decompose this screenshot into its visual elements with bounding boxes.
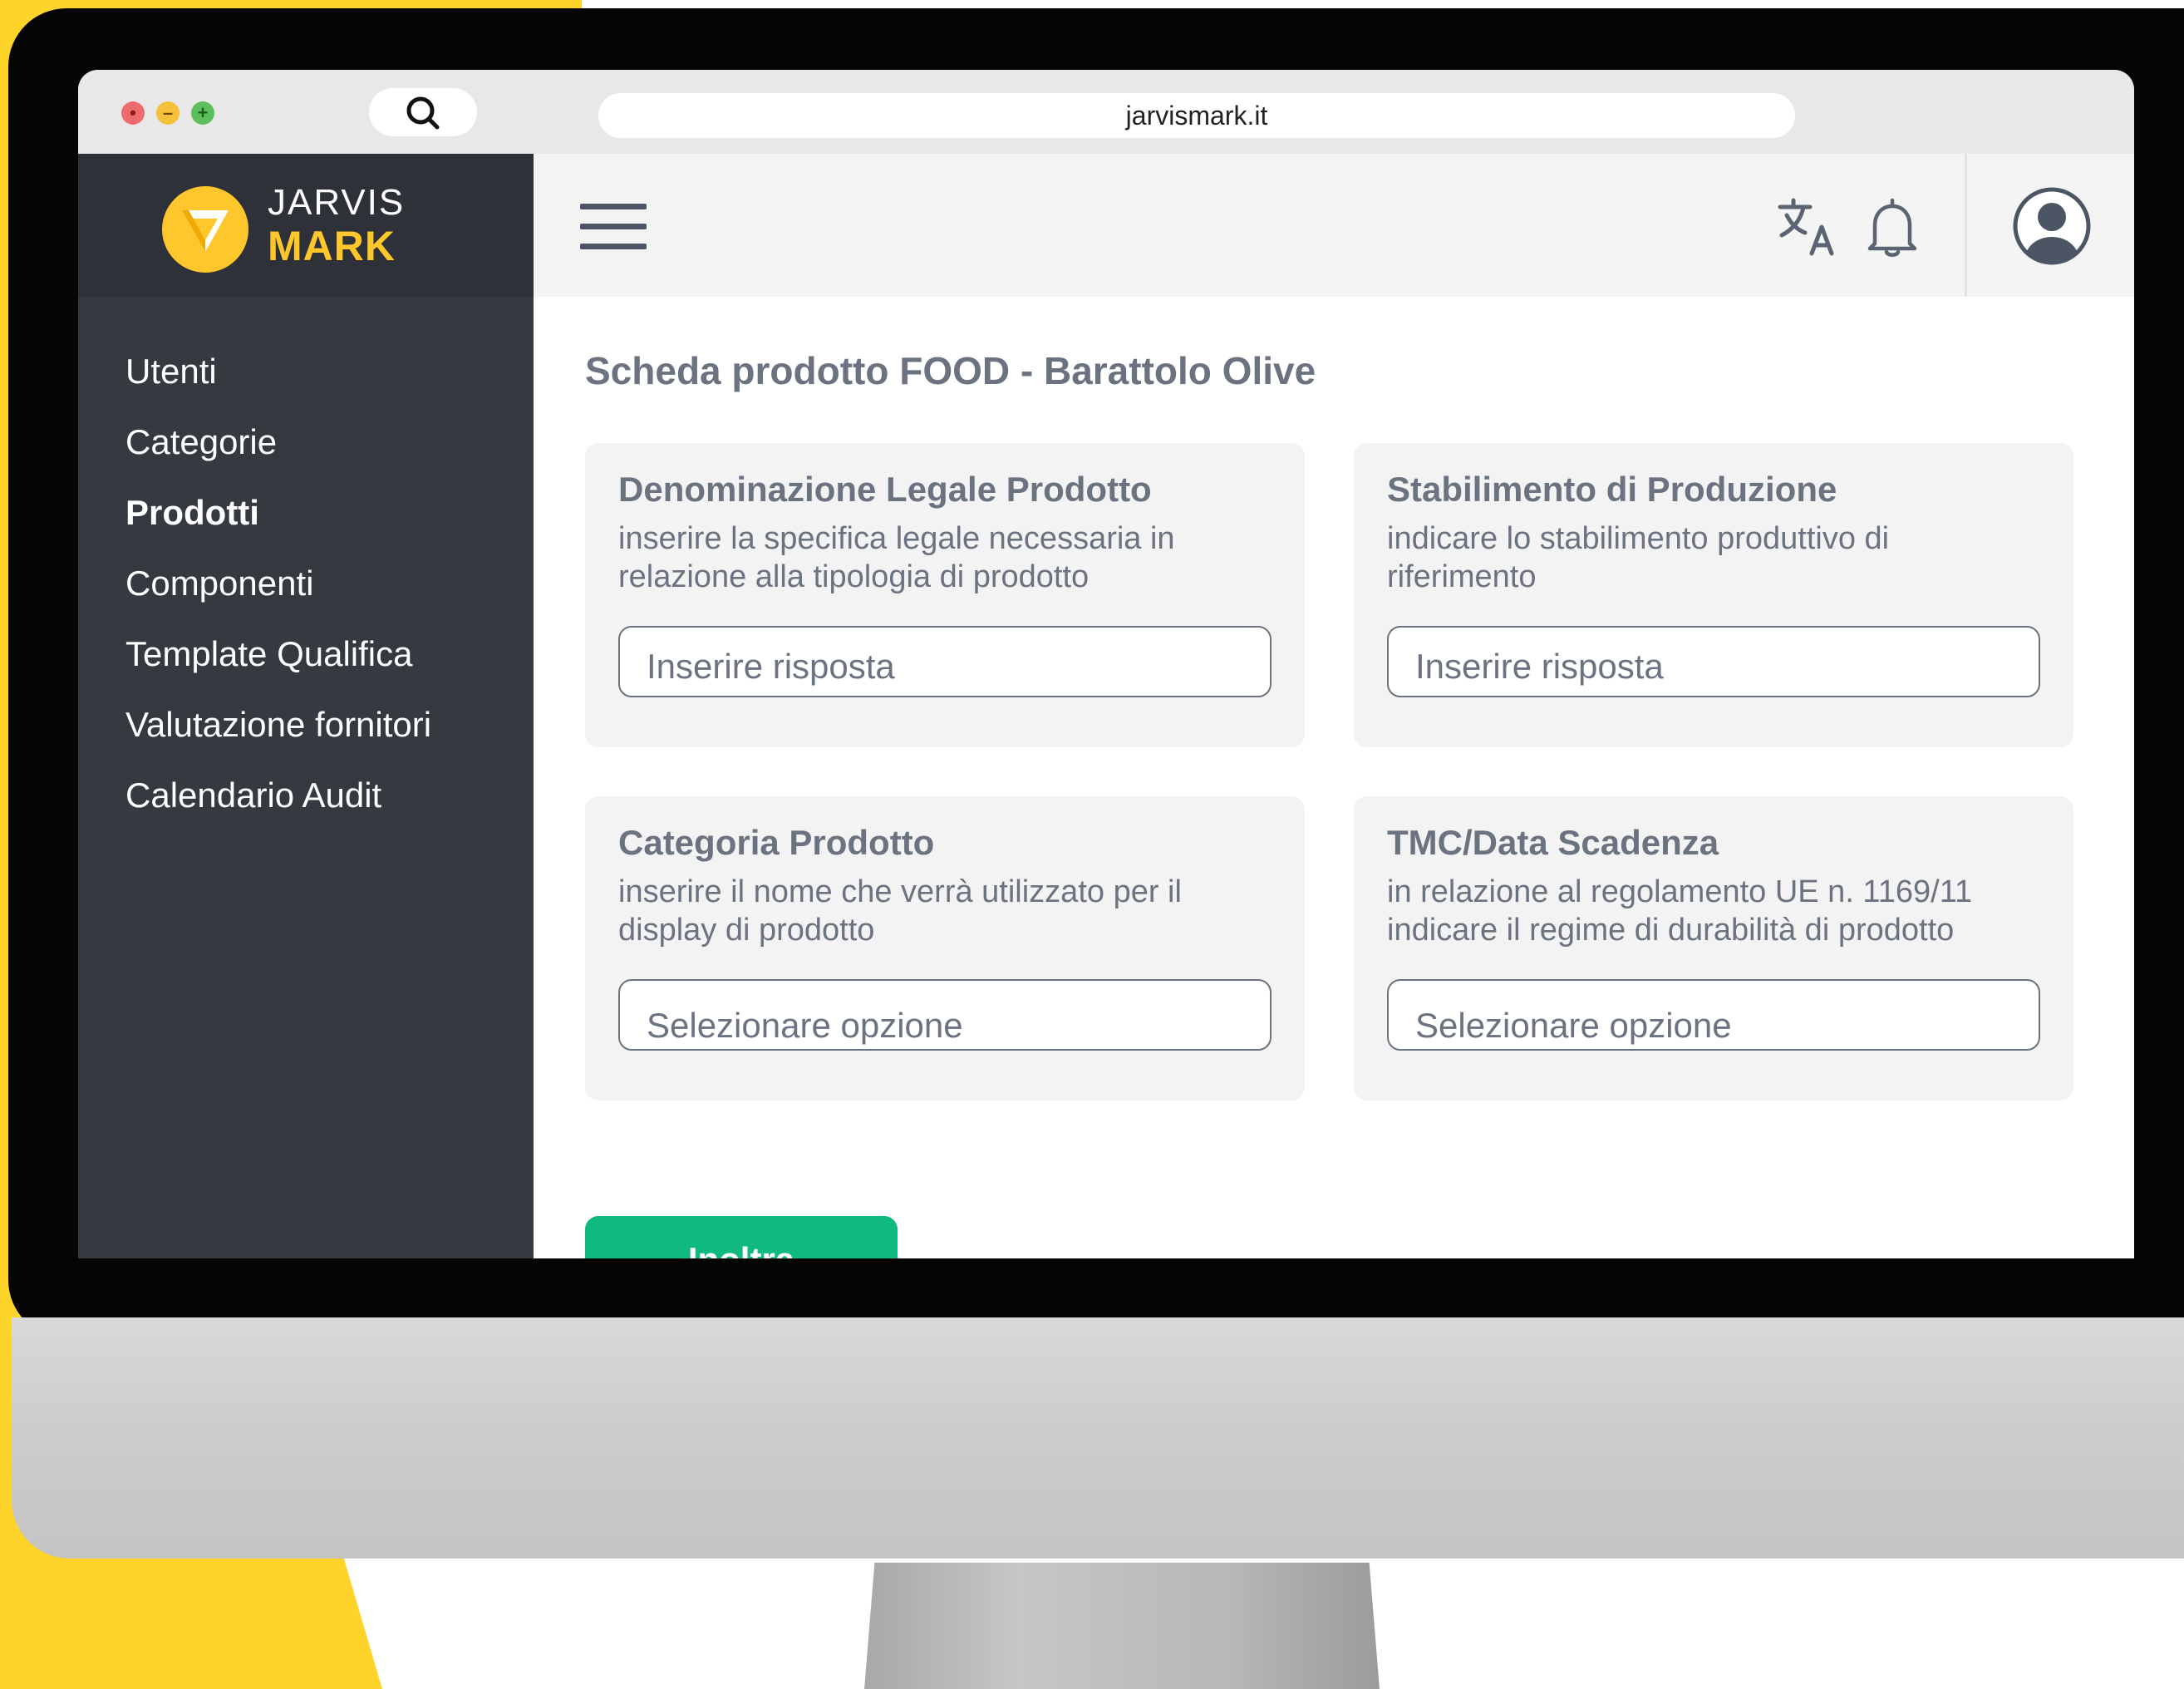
categoria-prodotto-select[interactable]: Selezionare opzione	[618, 979, 1272, 1051]
address-bar[interactable]: jarvismark.it	[598, 93, 1795, 138]
sidebar-item-categorie[interactable]: Categorie	[125, 422, 277, 462]
form-card-categoria: Categoria Prodotto inserire il nome che …	[585, 796, 1305, 1101]
stabilimento-produzione-input[interactable]	[1387, 626, 2040, 697]
card-description: in relazione al regolamento UE n. 1169/1…	[1387, 874, 1973, 948]
card-title: Stabilimento di Produzione	[1387, 470, 1837, 509]
card-description: inserire il nome che verrà utilizzato pe…	[618, 874, 1182, 948]
brand-name-line2: MARK	[268, 223, 396, 269]
monitor-stand	[864, 1563, 1380, 1689]
jarvismark-logo-icon	[162, 186, 248, 273]
window-maximize-button[interactable]: +	[191, 101, 214, 125]
search-icon	[406, 96, 440, 130]
window-minimize-button[interactable]: –	[156, 101, 180, 125]
denominazione-legale-input[interactable]	[618, 626, 1272, 697]
sidebar-item-prodotti[interactable]: Prodotti	[125, 493, 259, 533]
screen: • – + jarvismark.it JARVIS MARK Utenti C…	[78, 70, 2134, 1258]
brand-name-line1: JARVIS	[268, 182, 406, 223]
sidebar-item-valutazione-fornitori[interactable]: Valutazione fornitori	[125, 705, 431, 745]
main-content: Scheda prodotto FOOD - Barattolo Olive D…	[534, 297, 2134, 1258]
app-header	[534, 154, 2134, 298]
header-divider	[1965, 154, 1967, 297]
user-avatar-icon[interactable]	[2013, 187, 2091, 265]
bell-icon[interactable]	[1863, 195, 1921, 259]
form-card-stabilimento: Stabilimento di Produzione indicare lo s…	[1354, 443, 2073, 747]
inoltra-compilazione-button[interactable]: Inoltra compilazione	[585, 1216, 898, 1258]
card-description: inserire la specifica legale necessaria …	[618, 521, 1175, 594]
translate-icon[interactable]	[1777, 197, 1838, 257]
sidebar-item-componenti[interactable]: Componenti	[125, 564, 313, 603]
sidebar-item-template-qualifica[interactable]: Template Qualifica	[125, 634, 413, 674]
card-title: Denominazione Legale Prodotto	[618, 470, 1152, 509]
sidebar-item-calendario-audit[interactable]: Calendario Audit	[125, 776, 381, 815]
sidebar: JARVIS MARK Utenti Categorie Prodotti Co…	[78, 154, 534, 1258]
card-description: indicare lo stabilimento produttivo di r…	[1387, 521, 1890, 594]
hamburger-menu-icon[interactable]	[580, 204, 647, 250]
monitor-chin	[12, 1317, 2184, 1559]
form-card-denominazione: Denominazione Legale Prodotto inserire l…	[585, 443, 1305, 747]
window-close-button[interactable]: •	[121, 101, 145, 125]
brand-logo[interactable]: JARVIS MARK	[78, 154, 534, 297]
card-title: Categoria Prodotto	[618, 823, 935, 862]
page-title: Scheda prodotto FOOD - Barattolo Olive	[585, 349, 1316, 392]
card-title: TMC/Data Scadenza	[1387, 823, 1719, 862]
form-card-tmc: TMC/Data Scadenza in relazione al regola…	[1354, 796, 2073, 1101]
browser-toolbar: • – + jarvismark.it	[78, 70, 2134, 154]
tmc-data-scadenza-select[interactable]: Selezionare opzione	[1387, 979, 2040, 1051]
sidebar-item-utenti[interactable]: Utenti	[125, 352, 217, 391]
browser-search-button[interactable]	[369, 88, 477, 136]
